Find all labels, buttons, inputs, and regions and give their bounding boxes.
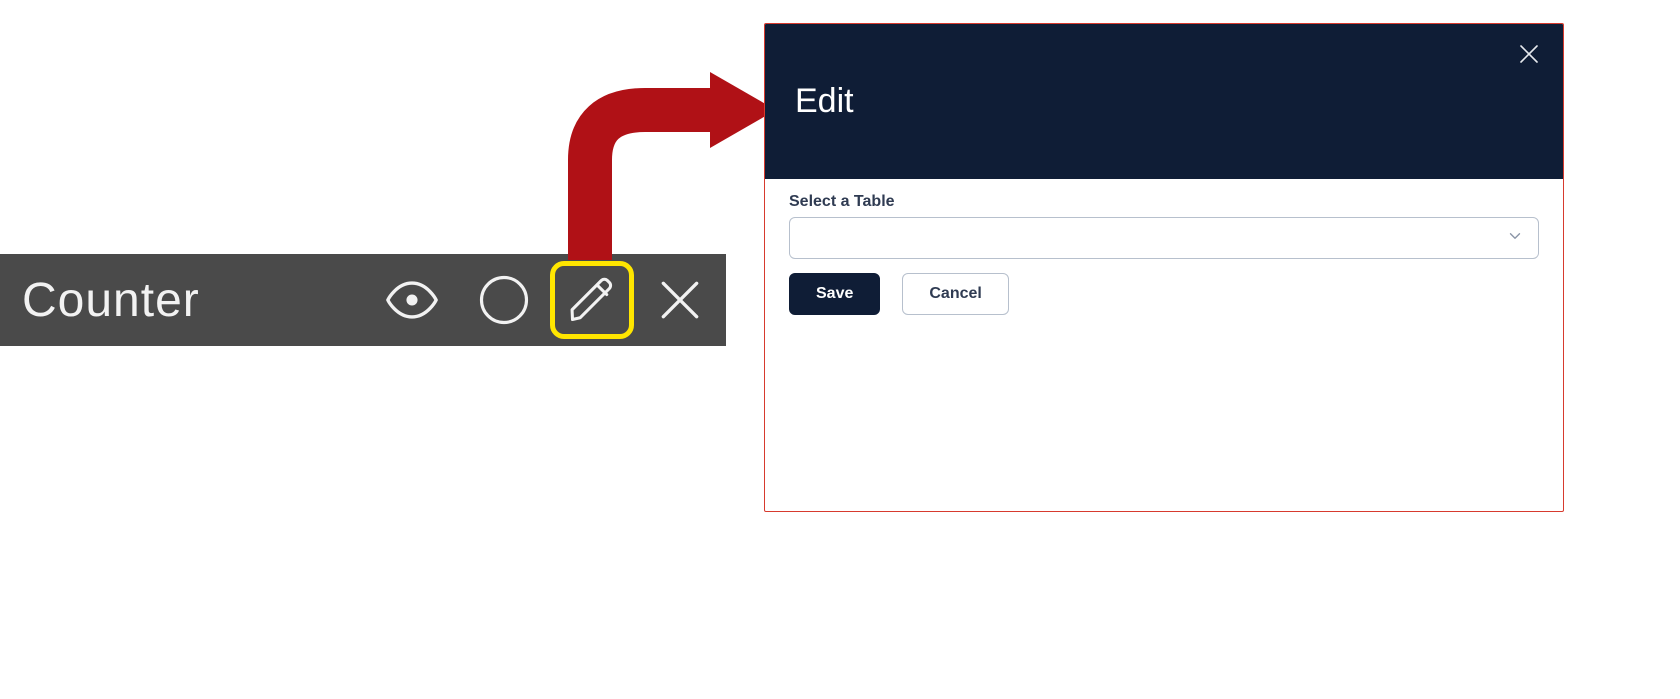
cancel-button-label: Cancel bbox=[929, 285, 981, 303]
edit-dialog: Edit Select a Table Save bbox=[764, 23, 1564, 512]
cancel-button[interactable]: Cancel bbox=[902, 273, 1008, 315]
close-icon bbox=[1517, 53, 1541, 70]
callout-arrow bbox=[560, 60, 780, 275]
view-button[interactable] bbox=[366, 254, 458, 346]
dialog-close-button[interactable] bbox=[1517, 42, 1541, 71]
dialog-title: Edit bbox=[795, 82, 854, 121]
toolbar-title: Counter bbox=[22, 273, 200, 328]
eye-icon bbox=[383, 271, 441, 329]
record-button[interactable] bbox=[458, 254, 550, 346]
dialog-actions: Save Cancel bbox=[789, 273, 1539, 315]
circle-icon bbox=[477, 273, 531, 327]
table-select[interactable] bbox=[789, 217, 1539, 259]
pencil-icon bbox=[566, 274, 618, 326]
save-button-label: Save bbox=[816, 285, 853, 303]
chevron-down-icon bbox=[1506, 227, 1524, 250]
save-button[interactable]: Save bbox=[789, 273, 880, 315]
close-icon bbox=[655, 275, 705, 325]
dialog-header: Edit bbox=[765, 24, 1563, 179]
select-table-label: Select a Table bbox=[789, 193, 1539, 211]
dialog-body: Select a Table Save Cancel bbox=[765, 179, 1563, 339]
